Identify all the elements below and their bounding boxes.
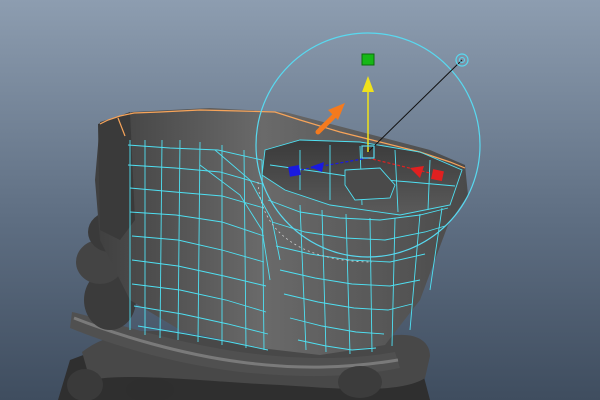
- viewport-3d[interactable]: [0, 0, 600, 400]
- y-scale-handle[interactable]: [361, 53, 375, 66]
- scene-svg[interactable]: [0, 0, 600, 400]
- z-scale-handle[interactable]: [288, 165, 301, 177]
